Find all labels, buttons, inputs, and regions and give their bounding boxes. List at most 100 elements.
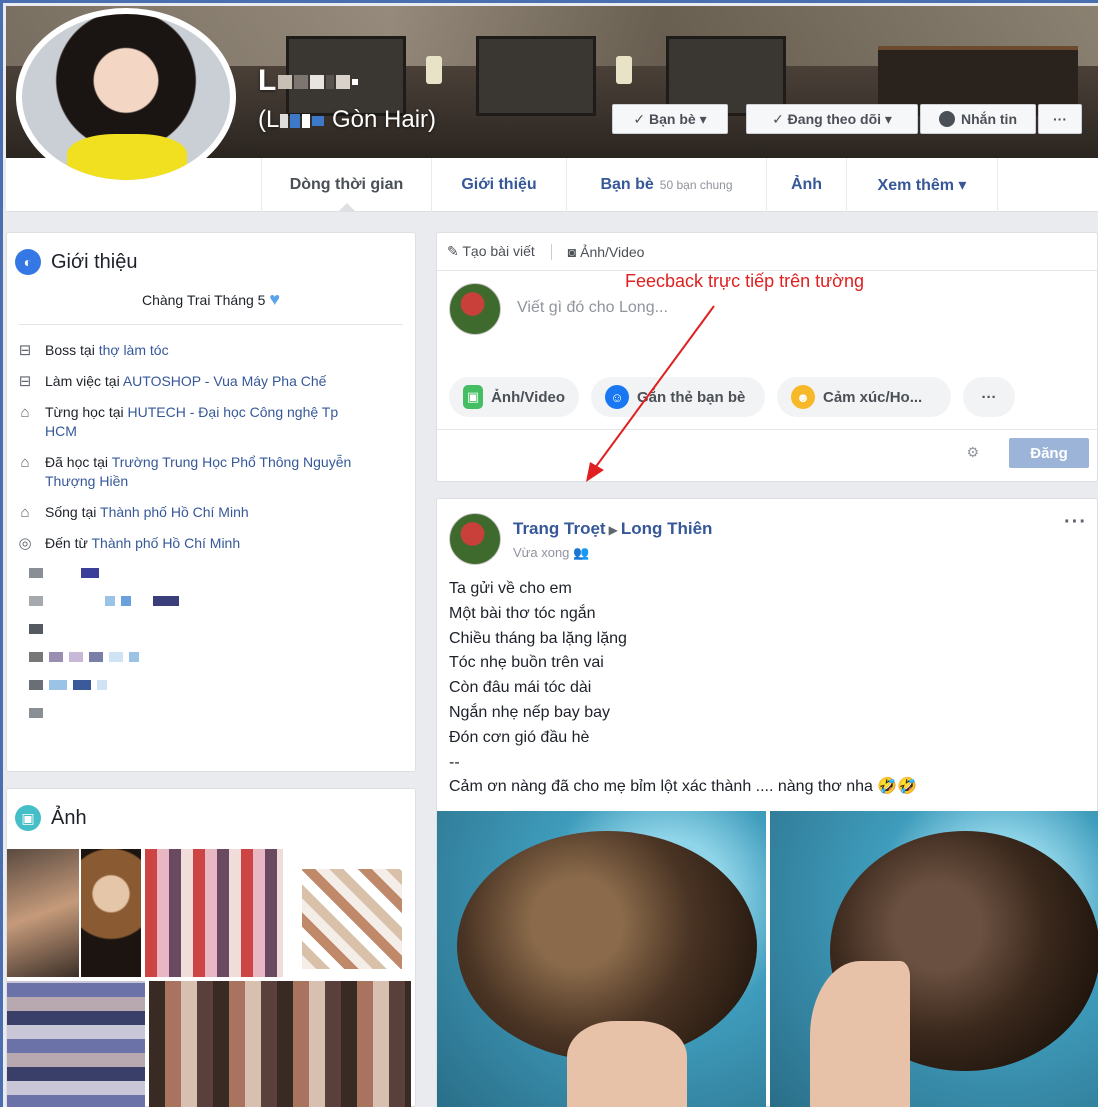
neck-shape (567, 1021, 687, 1107)
tab-photos[interactable]: Ảnh (766, 158, 846, 212)
intro-card: ◐ Giới thiệu Chàng Trai Tháng 5 ♥ ⊟ Boss… (6, 232, 416, 772)
graduation-cap-icon: ⌂ (20, 454, 30, 471)
pixelated-text (290, 113, 301, 128)
tab-friends[interactable]: Bạn bè 50 bạn chung (566, 158, 766, 212)
intro-bio: Chàng Trai Tháng 5 ♥ (19, 289, 403, 325)
photo-thumbnail[interactable] (81, 849, 141, 977)
intro-title: ◐ Giới thiệu (7, 233, 415, 275)
intro-bio-text: Chàng Trai Tháng 5 (141, 292, 266, 308)
tab-about[interactable]: Giới thiệu (431, 158, 566, 212)
tab-photo-video[interactable]: ◙ Ảnh/Video (568, 244, 645, 260)
post-image[interactable] (437, 811, 766, 1107)
post-author-link[interactable]: Trang Troẹt (513, 519, 606, 538)
intro-row-link[interactable]: Thành phố Hồ Chí Minh (91, 535, 240, 551)
intro-row-education: ⌂ Từng học tại HUTECH - Đại học Công ngh… (15, 403, 407, 441)
photo-video-button[interactable]: ▣ Ảnh/Video (449, 377, 579, 417)
tab-friends-label: Bạn bè (600, 176, 654, 193)
active-tab-caret (339, 203, 355, 211)
intro-row-text: Sống tại Thành phố Hồ Chí Minh (45, 503, 249, 522)
post-line: Tóc nhẹ buồn trên vai (449, 654, 604, 672)
pixelated-row (29, 565, 407, 581)
composer-footer: ⚙ Đăng (437, 429, 1097, 481)
avatar[interactable] (449, 513, 501, 565)
briefcase-icon: ⊟ (18, 342, 32, 359)
intro-row-text: Từng học tại HUTECH - Đại học Công nghệ … (45, 403, 365, 441)
friends-button[interactable]: ✓ Bạn bè ▾ (612, 104, 728, 134)
intro-row-prefix: Sống tại (45, 504, 97, 520)
cover-light (426, 56, 442, 84)
intro-row-lives: ⌂ Sống tại Thành phố Hồ Chí Minh (15, 503, 407, 522)
following-button[interactable]: ✓ Đang theo dõi ▾ (746, 104, 918, 134)
post-image[interactable] (770, 811, 1098, 1107)
tag-friends-label: Gắn thẻ bạn bè (637, 388, 746, 406)
feeling-activity-label: Cảm xúc/Ho... (823, 388, 923, 406)
message-label: Nhắn tin (961, 111, 1017, 127)
post-body: Ta gửi về cho em Một bài thơ tóc ngắn Ch… (449, 577, 917, 800)
pixelated-text (312, 115, 325, 126)
pixelated-text (278, 75, 293, 90)
pixelated-text (310, 75, 325, 90)
post-header: Trang Troẹt ▶ Long Thiên Vừa xong 👥 ··· (437, 499, 1097, 569)
photo-thumbnail-pixelated[interactable] (149, 981, 411, 1107)
gear-icon[interactable]: ⚙ (966, 444, 979, 461)
tab-about-label: Giới thiệu (461, 176, 537, 193)
tag-friends-button[interactable]: ☺ Gắn thẻ bạn bè (591, 377, 765, 417)
post-options-button[interactable]: ··· (1064, 511, 1087, 534)
tab-more-label: Xem thêm ▾ (877, 177, 967, 194)
intro-row-text: Làm việc tại AUTOSHOP - Vua Máy Pha Chế (45, 372, 326, 391)
photo-thumbnail[interactable] (7, 849, 79, 977)
more-options-button[interactable]: ··· (1038, 104, 1082, 134)
post-time-text: Vừa xong (513, 545, 570, 560)
intro-row-link[interactable]: Thành phố Hồ Chí Minh (100, 504, 249, 520)
tab-more[interactable]: Xem thêm ▾ (846, 158, 998, 212)
intro-row-link[interactable]: thợ làm tóc (99, 342, 169, 358)
composer-tabs: ✎ Tạo bài viết ◙ Ảnh/Video (437, 233, 1097, 271)
photo-thumbnail-pixelated[interactable] (145, 849, 283, 977)
post-button[interactable]: Đăng (1009, 438, 1089, 468)
photo-thumbnail-pixelated[interactable] (302, 869, 402, 969)
photos-title: ▣ Ảnh (7, 789, 415, 831)
pixelated-text (326, 75, 335, 90)
composer-actions: ▣ Ảnh/Video ☺ Gắn thẻ bạn bè ☻ Cảm xúc/Ho..… (449, 377, 1015, 417)
blue-heart-icon: ♥ (269, 289, 281, 309)
photo-grid (7, 849, 417, 1107)
post-timestamp[interactable]: Vừa xong 👥 (513, 545, 589, 561)
home-icon: ⌂ (20, 504, 30, 521)
composer-input[interactable]: Viết gì đó cho Long... (517, 299, 668, 317)
globe-icon: ◐ (15, 249, 41, 275)
cover-light (616, 56, 632, 84)
profile-photo (22, 14, 230, 180)
pixelated-text (352, 79, 359, 86)
pixelated-row (29, 649, 407, 665)
profile-name-text: L (258, 64, 278, 97)
composer-more-button[interactable]: ··· (963, 377, 1015, 417)
profile-alt-name: (L Gòn Hair) (258, 106, 436, 134)
post-line: Cảm ơn nàng đã cho mẹ bỉm lột xác thành … (449, 778, 918, 796)
intro-row-text: Boss tại thợ làm tóc (45, 341, 169, 360)
tab-photo-video-label: Ảnh/Video (580, 243, 645, 260)
divider (550, 243, 552, 260)
feeling-activity-button[interactable]: ☻ Cảm xúc/Ho... (777, 377, 951, 417)
avatar (449, 283, 501, 335)
profile-picture[interactable] (16, 8, 236, 186)
tab-create-post[interactable]: ✎ Tạo bài viết (447, 243, 535, 260)
post-line: Còn đâu mái tóc dài (449, 679, 592, 697)
photo-video-label: Ảnh/Video (491, 388, 565, 406)
pixelated-row (29, 593, 407, 609)
timeline-post: Trang Troẹt ▶ Long Thiên Vừa xong 👥 ··· Ta… (436, 498, 1098, 1107)
intro-row-education: ⌂ Đã học tại Trường Trung Học Phổ Thông … (15, 453, 407, 491)
location-pin-icon: ◎ (18, 535, 32, 552)
face-shape (810, 961, 910, 1107)
post-line: Ta gửi về cho em (449, 580, 572, 597)
tab-create-post-label: Tạo bài viết (462, 243, 535, 259)
photos-title-text: Ảnh (51, 806, 87, 829)
post-target-link[interactable]: Long Thiên (621, 519, 713, 538)
pixelated-row (29, 621, 407, 637)
photo-icon: ▣ (15, 805, 41, 831)
alt-name-prefix: (L (258, 106, 280, 133)
intro-row-link[interactable]: AUTOSHOP - Vua Máy Pha Chế (123, 373, 327, 389)
tag-friends-icon: ☺ (605, 385, 629, 409)
message-button[interactable]: Nhắn tin (920, 104, 1036, 134)
photo-thumbnail-pixelated[interactable] (7, 981, 145, 1107)
smiley-icon: ☻ (791, 385, 815, 409)
